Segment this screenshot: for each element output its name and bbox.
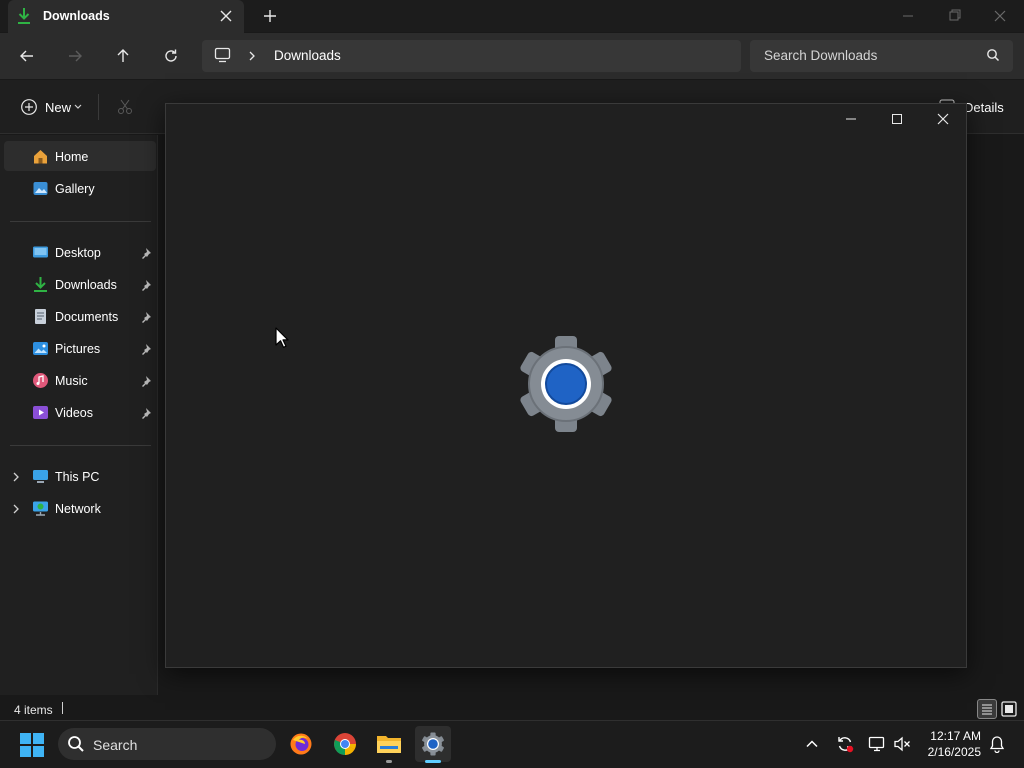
sidebar-label-videos: Videos: [55, 406, 93, 420]
minimize-icon[interactable]: [838, 108, 864, 130]
refresh-icon[interactable]: [157, 42, 185, 70]
settings-icon[interactable]: [415, 726, 451, 762]
close-icon[interactable]: [930, 108, 956, 130]
search-input[interactable]: Search Downloads: [764, 48, 877, 63]
app-active-indicator: [425, 760, 441, 763]
pin-icon[interactable]: [140, 343, 152, 355]
chevron-right-icon[interactable]: [10, 503, 22, 515]
firefox-icon[interactable]: [283, 726, 319, 762]
command-divider: [98, 94, 99, 120]
pin-icon[interactable]: [140, 247, 152, 259]
videos-icon: [32, 404, 49, 421]
sync-icon[interactable]: [836, 735, 854, 753]
minimize-icon[interactable]: [896, 6, 920, 26]
item-count: 4 items: [14, 703, 53, 717]
address-path[interactable]: Downloads: [274, 48, 341, 63]
notification-bell-icon[interactable]: [988, 735, 1006, 753]
settings-gear-icon: [516, 334, 616, 434]
details-button[interactable]: Details: [964, 100, 1004, 115]
mouse-cursor-icon: [275, 327, 289, 349]
taskbar-search-box[interactable]: [58, 728, 276, 760]
new-label: New: [45, 100, 72, 115]
app-running-indicator: [386, 760, 392, 763]
tab-title: Downloads: [43, 9, 110, 23]
sidebar-label-this-pc: This PC: [55, 470, 100, 484]
sidebar-label-home: Home: [55, 150, 89, 164]
search-icon: [67, 735, 85, 753]
status-separator: [62, 702, 63, 714]
pin-icon[interactable]: [140, 311, 152, 323]
chevron-right-icon[interactable]: [10, 471, 22, 483]
maximize-icon[interactable]: [884, 108, 910, 130]
pin-icon[interactable]: [140, 375, 152, 387]
sidebar-label-pictures: Pictures: [55, 342, 101, 356]
restore-icon[interactable]: [942, 6, 966, 26]
plus-icon[interactable]: [260, 6, 280, 26]
windows-start-icon[interactable]: [20, 733, 44, 757]
music-icon: [32, 372, 49, 389]
download-icon: [16, 7, 32, 25]
taskbar-search-label[interactable]: Search: [93, 737, 137, 753]
details-view-icon[interactable]: [977, 699, 997, 719]
sidebar-divider: [10, 221, 151, 222]
plus-circle-icon: [20, 98, 38, 116]
sidebar-label-network: Network: [55, 502, 101, 516]
back-arrow-icon[interactable]: [13, 42, 41, 70]
chevron-down-icon: [73, 103, 83, 111]
gallery-icon: [32, 180, 49, 197]
documents-icon: [32, 308, 49, 325]
up-arrow-icon[interactable]: [109, 42, 137, 70]
this-pc-icon: [32, 468, 49, 485]
network-icon: [32, 500, 49, 517]
pin-icon[interactable]: [140, 407, 152, 419]
cut-icon[interactable]: [116, 98, 134, 116]
sidebar-label-documents: Documents: [55, 310, 119, 324]
sidebar-divider: [10, 445, 151, 446]
chevron-up-icon[interactable]: [805, 737, 819, 751]
status-bar: [0, 695, 1024, 720]
chrome-icon[interactable]: [327, 726, 363, 762]
sidebar-label-music: Music: [55, 374, 88, 388]
sidebar-label-gallery: Gallery: [55, 182, 95, 196]
clock-time[interactable]: 12:17 AM: [904, 729, 981, 743]
search-icon[interactable]: [986, 48, 1000, 62]
tab-close-icon[interactable]: [216, 6, 236, 26]
forward-arrow-icon[interactable]: [61, 42, 89, 70]
pictures-icon: [32, 340, 49, 357]
pin-icon[interactable]: [140, 279, 152, 291]
monitor-icon: [214, 47, 231, 63]
chevron-right-icon[interactable]: [247, 50, 257, 62]
display-icon[interactable]: [868, 735, 886, 753]
download-icon: [32, 276, 49, 293]
desktop-icon: [32, 244, 49, 261]
close-icon[interactable]: [988, 6, 1012, 26]
home-icon: [32, 148, 49, 165]
large-icons-view-icon[interactable]: [999, 699, 1019, 719]
sidebar-label-desktop: Desktop: [55, 246, 101, 260]
sidebar-label-downloads: Downloads: [55, 278, 117, 292]
file-explorer-icon[interactable]: [371, 726, 407, 762]
clock-date[interactable]: 2/16/2025: [904, 745, 981, 759]
